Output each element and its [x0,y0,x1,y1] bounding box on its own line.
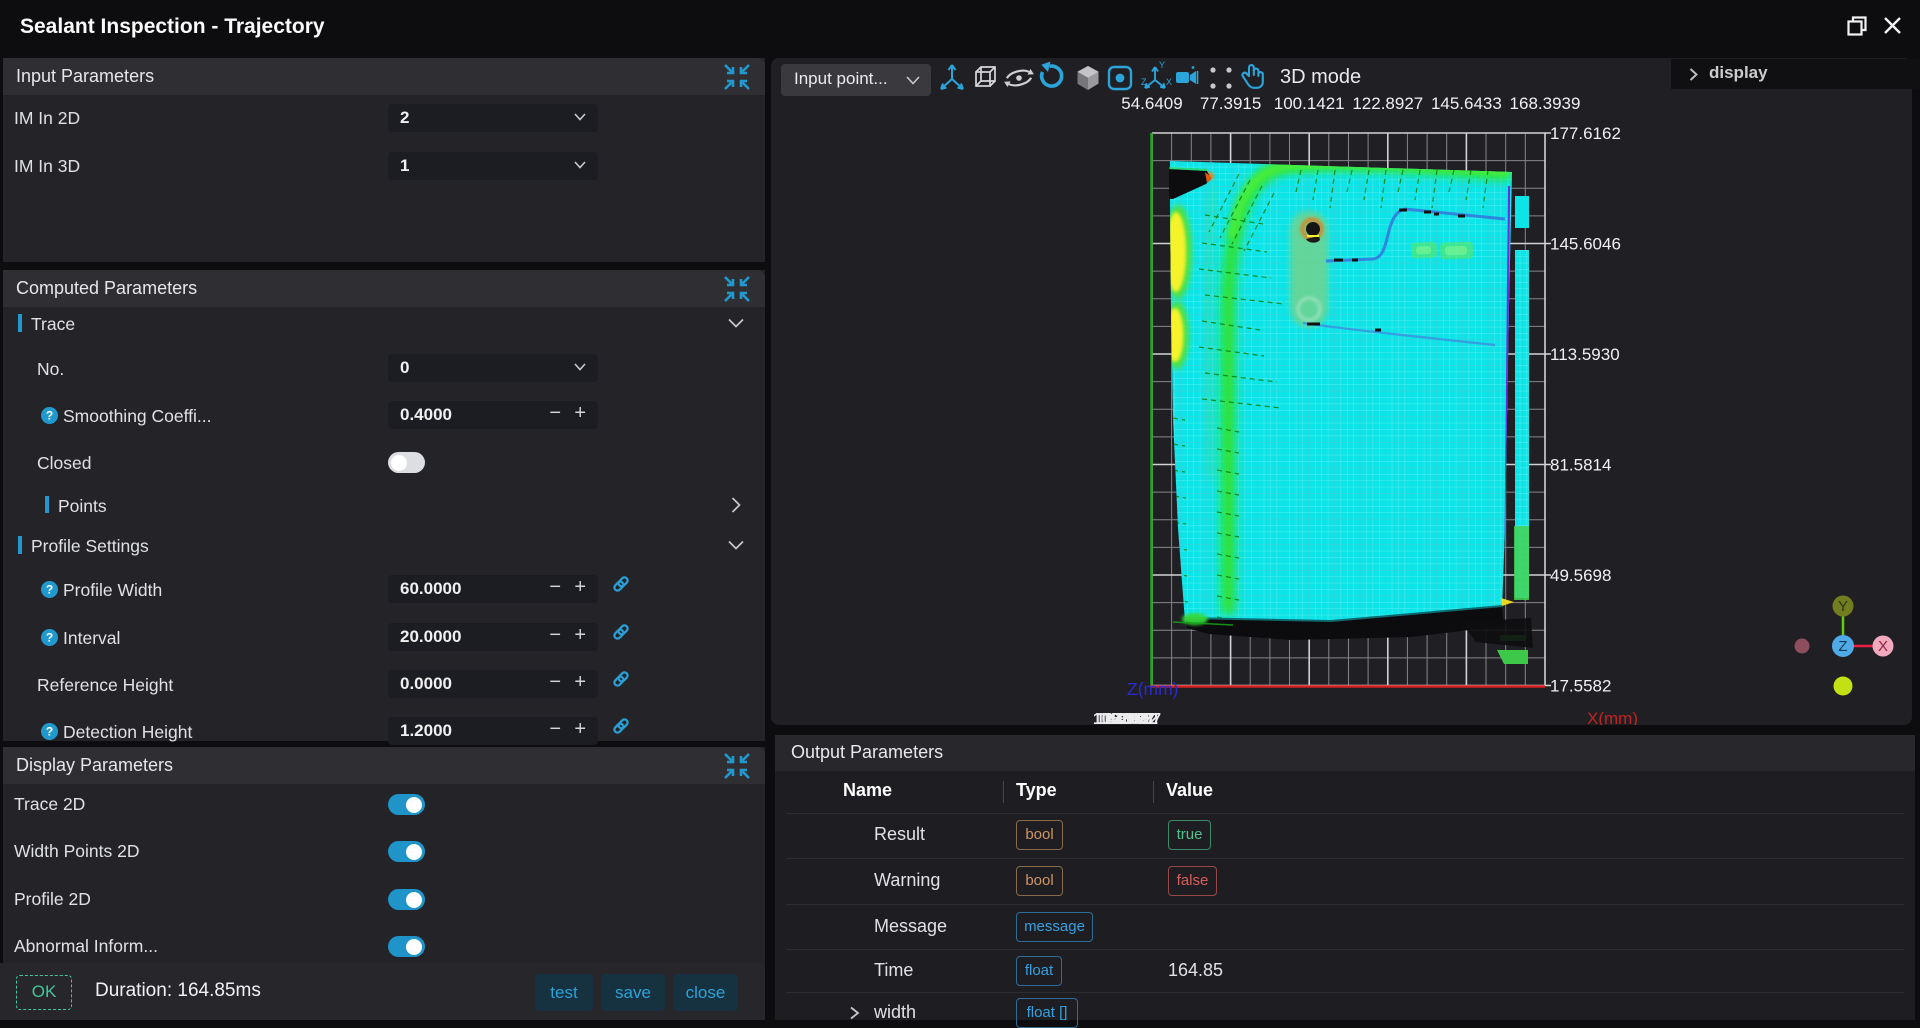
svg-text:Z(mm): Z(mm) [1127,679,1179,699]
svg-text:X(mm): X(mm) [1587,709,1638,725]
svg-text:?: ? [46,631,53,645]
svg-text:145.6046: 145.6046 [1550,235,1621,254]
svg-text:168.3939: 168.3939 [1510,94,1581,113]
svg-text:113.5930: 113.5930 [1550,345,1620,364]
svg-text:145.6433: 145.6433 [1431,94,1502,113]
svg-text:Y: Y [1159,60,1165,70]
svg-text:Y: Y [1838,598,1848,615]
svg-text:?: ? [46,583,53,597]
svg-text:X: X [1878,638,1888,655]
svg-text:?: ? [46,725,53,739]
svg-text:17.5582: 17.5582 [1550,677,1611,696]
svg-text:177.6162: 177.6162 [1550,124,1621,143]
svg-text:49.5698: 49.5698 [1550,566,1611,585]
svg-text:Z: Z [1141,77,1147,87]
svg-text:81.5814: 81.5814 [1550,456,1611,475]
svg-text:77.3915: 77.3915 [1200,94,1261,113]
svg-text:100.1421: 100.1421 [1274,94,1345,113]
svg-text:?: ? [46,409,53,423]
svg-text:X: X [1166,77,1172,87]
svg-text:54.6409: 54.6409 [1121,94,1182,113]
svg-text:17.3957: 17.3957 [1105,711,1161,725]
svg-text:122.8927: 122.8927 [1352,94,1423,113]
svg-text:Z: Z [1838,638,1847,655]
